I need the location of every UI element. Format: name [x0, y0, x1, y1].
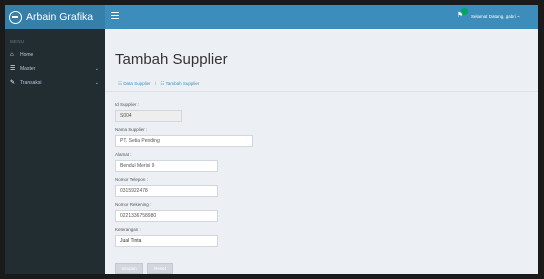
sidebar-item-label: Home [20, 52, 34, 58]
nama-supplier-label: Nama Supplier : [115, 127, 148, 132]
edit-icon: ✎ [10, 80, 16, 86]
sidebar-item-label: Master [20, 66, 36, 72]
chevron-down-icon: ⌄ [94, 66, 99, 72]
nama-supplier-field[interactable]: PT. Setia Pending [115, 135, 253, 147]
keterangan-label: Keterangan : [115, 227, 141, 232]
save-button[interactable]: Simpan [115, 263, 143, 274]
app-window: Arbain Grafika MENU ⌂ Home ☰ Master ⌄ ✎ … [5, 5, 538, 274]
home-icon: ⌂ [10, 52, 14, 58]
breadcrumb-item-tambah-supplier: Tambah Supplier [165, 81, 200, 86]
nomor-telepon-label: Nomor Telepon : [115, 177, 148, 182]
alamat-label: Alamat : [115, 152, 132, 157]
table-icon: ☰ [10, 66, 16, 72]
logo-icon [9, 10, 22, 24]
breadcrumb-item-data-supplier[interactable]: Data Supplier [123, 81, 150, 86]
menu-header: MENU [10, 39, 25, 44]
user-menu[interactable]: Selamat Datang, gabri ~ [471, 14, 520, 19]
brand-name: Arbain Grafika [26, 11, 94, 23]
breadcrumb: ☷ Data Supplier / ☷ Tambah Supplier [118, 81, 199, 87]
alamat-field[interactable]: Bendul Merisi 9 [115, 160, 218, 172]
main-content: Tambah Supplier ☷ Data Supplier / ☷ Tamb… [105, 29, 538, 274]
nomor-rekening-label: Nomor Rekening : [115, 202, 152, 207]
id-supplier-label: Id Supplier : [115, 102, 140, 107]
notification-badge [461, 8, 468, 15]
sidebar-item-master[interactable]: ☰ Master ⌄ [5, 62, 105, 76]
sidebar-item-home[interactable]: ⌂ Home [5, 48, 105, 62]
keterangan-field[interactable]: Jual Tinta [115, 235, 218, 247]
breadcrumb-separator: / [154, 81, 157, 86]
nomor-telepon-field[interactable]: 0315922478 [115, 185, 218, 197]
topbar: ⚑ Selamat Datang, gabri ~ [105, 5, 538, 29]
bar-chart-icon: ☷ [160, 81, 165, 86]
bar-chart-icon: ☷ [118, 81, 123, 86]
page-title: Tambah Supplier [115, 51, 228, 68]
sidebar-item-transaksi[interactable]: ✎ Transaksi ⌄ [5, 76, 105, 90]
menu-toggle-icon[interactable] [111, 12, 119, 20]
chevron-down-icon: ⌄ [94, 80, 99, 86]
sidebar: Arbain Grafika MENU ⌂ Home ☰ Master ⌄ ✎ … [5, 5, 105, 274]
divider [105, 91, 538, 92]
id-supplier-field: S004 [115, 110, 182, 122]
brand[interactable]: Arbain Grafika [5, 5, 105, 29]
sidebar-item-label: Transaksi [20, 80, 42, 86]
reset-button[interactable]: Reset [147, 263, 173, 274]
nomor-rekening-field[interactable]: 0221336758980 [115, 210, 218, 222]
